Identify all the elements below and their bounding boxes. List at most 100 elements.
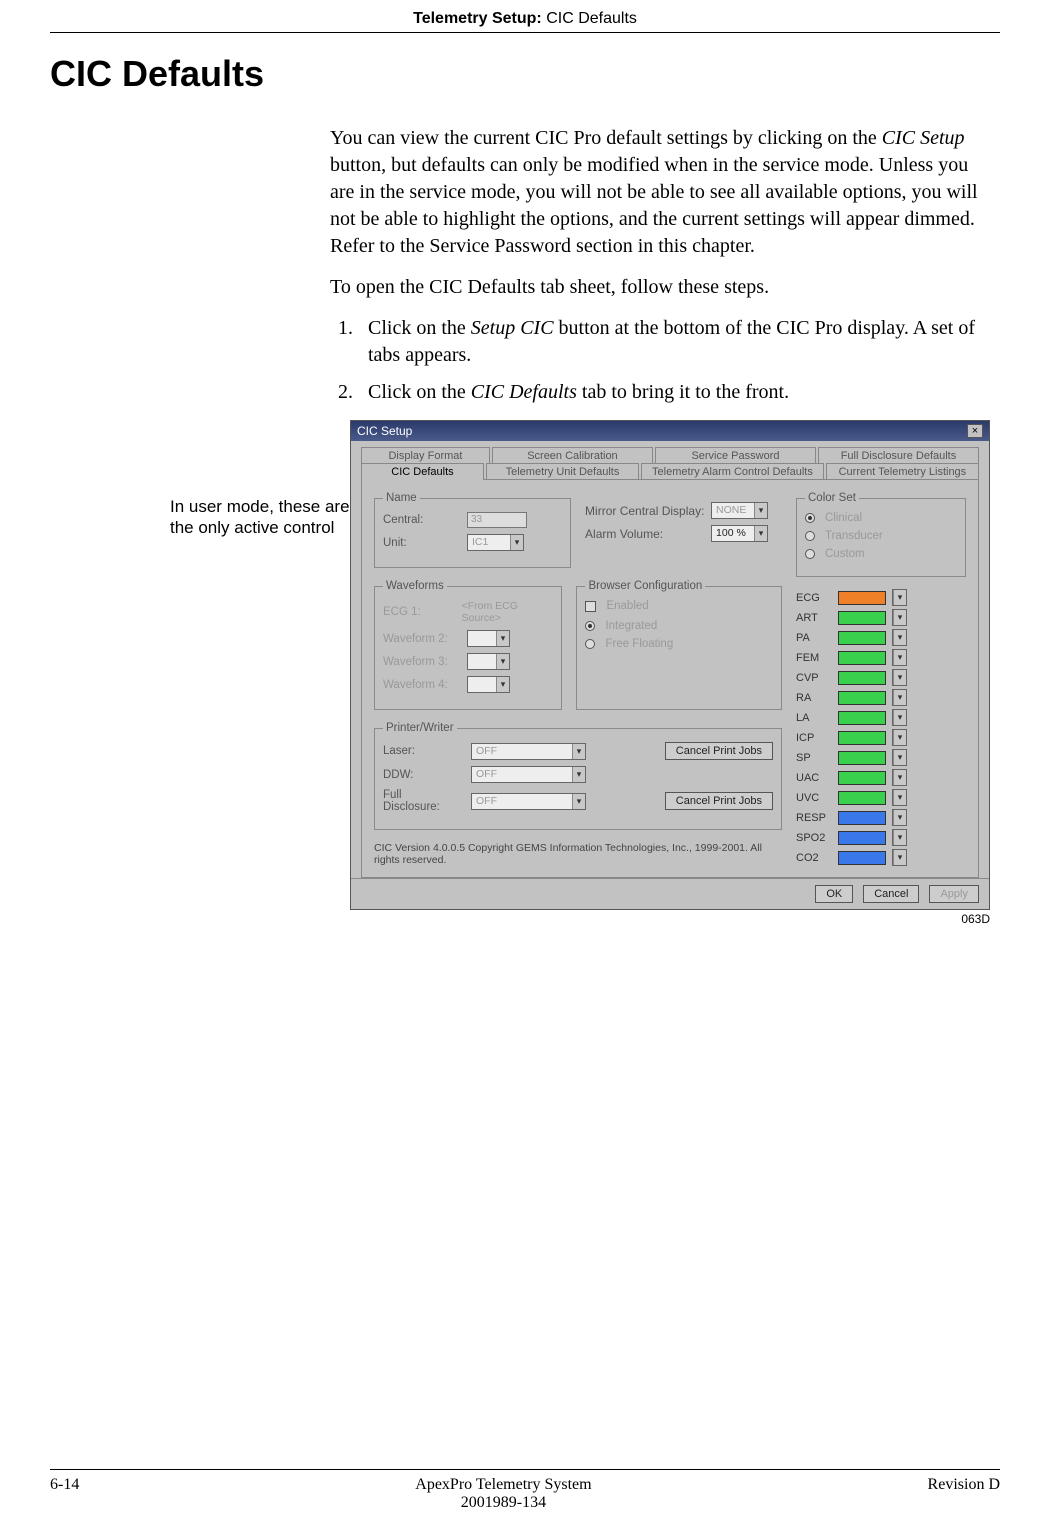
color-select: ▾ bbox=[892, 689, 907, 706]
color-row-sp: SP▾ bbox=[796, 749, 966, 766]
color-swatch bbox=[838, 611, 886, 625]
full-disclosure-select: OFF▾ bbox=[471, 793, 586, 810]
cancel-print-jobs-button-1[interactable]: Cancel Print Jobs bbox=[665, 742, 773, 760]
waveform4-label: Waveform 4: bbox=[383, 679, 461, 691]
group-browser-config: Browser Configuration Enabled Integrated… bbox=[576, 580, 782, 710]
cancel-button[interactable]: Cancel bbox=[863, 885, 919, 903]
cancel-print-jobs-button-2[interactable]: Cancel Print Jobs bbox=[665, 792, 773, 810]
callout-text: In user mode, these are the only active … bbox=[170, 496, 350, 539]
tab-service-password[interactable]: Service Password bbox=[655, 447, 816, 464]
header-plain: CIC Defaults bbox=[546, 10, 637, 27]
color-swatch bbox=[838, 671, 886, 685]
radio-icon bbox=[585, 639, 595, 649]
radio-icon bbox=[805, 549, 815, 559]
color-swatch bbox=[838, 851, 886, 865]
color-select: ▾ bbox=[892, 809, 907, 826]
tab-full-disclosure-defaults[interactable]: Full Disclosure Defaults bbox=[818, 447, 979, 464]
footer-page-num: 6-14 bbox=[50, 1476, 79, 1512]
chevron-down-icon: ▾ bbox=[893, 630, 906, 645]
param-label: PA bbox=[796, 632, 832, 644]
chevron-down-icon: ▾ bbox=[893, 730, 906, 745]
color-row-ecg: ECG▾ bbox=[796, 589, 966, 606]
color-swatch bbox=[838, 791, 886, 805]
chevron-down-icon: ▾ bbox=[893, 590, 906, 605]
color-row-spo2: SPO2▾ bbox=[796, 829, 966, 846]
chevron-down-icon: ▾ bbox=[893, 650, 906, 665]
chevron-down-icon: ▾ bbox=[496, 677, 509, 692]
cic-setup-dialog: CIC Setup × Display Format Screen Calibr… bbox=[350, 420, 990, 910]
param-label: UVC bbox=[796, 792, 832, 804]
page-title: CIC Defaults bbox=[50, 53, 1000, 95]
color-swatch bbox=[838, 711, 886, 725]
color-row-pa: PA ▾ bbox=[796, 629, 966, 646]
color-swatch bbox=[838, 651, 886, 665]
radio-icon bbox=[805, 513, 815, 523]
param-label: RA bbox=[796, 692, 832, 704]
waveform4-select: ▾ bbox=[467, 676, 510, 693]
alarm-volume-select[interactable]: 100 %▾ bbox=[711, 525, 768, 542]
color-row-la: LA▾ bbox=[796, 709, 966, 726]
chevron-down-icon: ▾ bbox=[893, 710, 906, 725]
chevron-down-icon: ▾ bbox=[496, 654, 509, 669]
color-select: ▾ bbox=[892, 829, 907, 846]
chevron-down-icon: ▾ bbox=[572, 794, 585, 809]
waveform3-select: ▾ bbox=[467, 653, 510, 670]
color-swatch bbox=[838, 591, 886, 605]
color-param-list: ECG▾ART▾PA▾FEM▾CVP▾RA▾LA▾ICP▾SP▾UAC▾UVC▾… bbox=[796, 589, 966, 866]
color-row-ra: RA ▾ bbox=[796, 689, 966, 706]
color-row-co2: CO2▾ bbox=[796, 849, 966, 866]
close-icon[interactable]: × bbox=[967, 424, 983, 438]
mirror-select: NONE▾ bbox=[711, 502, 768, 519]
footer-center: ApexPro Telemetry System 2001989-134 bbox=[79, 1476, 927, 1512]
unit-label: Unit: bbox=[383, 537, 461, 549]
full-disclosure-label: Full Disclosure: bbox=[383, 789, 461, 813]
dialog-titlebar: CIC Setup × bbox=[351, 421, 989, 441]
param-label: ART bbox=[796, 612, 832, 624]
tab-telemetry-unit-defaults[interactable]: Telemetry Unit Defaults bbox=[486, 463, 639, 480]
group-waveforms: Waveforms ECG 1: <From ECG Source> Wavef… bbox=[374, 580, 562, 710]
color-select: ▾ bbox=[892, 629, 907, 646]
laser-label: Laser: bbox=[383, 745, 461, 757]
chevron-down-icon: ▾ bbox=[510, 535, 523, 550]
color-select: ▾ bbox=[892, 709, 907, 726]
step-1: Click on the Setup CIC button at the bot… bbox=[358, 315, 990, 369]
waveform2-select: ▾ bbox=[467, 630, 510, 647]
footer-revision: Revision D bbox=[928, 1476, 1000, 1512]
ecg1-label: ECG 1: bbox=[383, 606, 456, 618]
tab-telemetry-alarm-control-defaults[interactable]: Telemetry Alarm Control Defaults bbox=[641, 463, 824, 480]
header-bold: Telemetry Setup: bbox=[413, 10, 546, 27]
param-label: UAC bbox=[796, 772, 832, 784]
chevron-down-icon: ▾ bbox=[496, 631, 509, 646]
chevron-down-icon[interactable]: ▾ bbox=[754, 526, 767, 541]
checkbox-icon bbox=[585, 601, 596, 612]
color-select: ▾ bbox=[892, 769, 907, 786]
group-name: Name Central: 33 Unit: IC1▾ bbox=[374, 492, 571, 568]
ecg1-source: <From ECG Source> bbox=[462, 600, 554, 624]
tab-cic-defaults[interactable]: CIC Defaults bbox=[361, 463, 484, 480]
ok-button[interactable]: OK bbox=[815, 885, 853, 903]
chevron-down-icon: ▾ bbox=[754, 503, 767, 518]
central-field: 33 bbox=[467, 512, 527, 528]
radio-icon bbox=[805, 531, 815, 541]
figure-id: 063D bbox=[350, 912, 990, 926]
mirror-label: Mirror Central Display: bbox=[585, 504, 705, 518]
tab-display-format[interactable]: Display Format bbox=[361, 447, 490, 464]
color-select: ▾ bbox=[892, 789, 907, 806]
color-swatch bbox=[838, 831, 886, 845]
color-swatch bbox=[838, 731, 886, 745]
color-swatch bbox=[838, 771, 886, 785]
color-row-uvc: UVC ▾ bbox=[796, 789, 966, 806]
color-select: ▾ bbox=[892, 729, 907, 746]
tab-screen-calibration[interactable]: Screen Calibration bbox=[492, 447, 653, 464]
dialog-title: CIC Setup bbox=[357, 424, 412, 438]
chevron-down-icon: ▾ bbox=[572, 744, 585, 759]
radio-icon bbox=[585, 621, 595, 631]
color-select: ▾ bbox=[892, 669, 907, 686]
body-text: You can view the current CIC Pro default… bbox=[330, 125, 990, 406]
param-label: ICP bbox=[796, 732, 832, 744]
tab-current-telemetry-listings[interactable]: Current Telemetry Listings bbox=[826, 463, 979, 480]
chevron-down-icon: ▾ bbox=[893, 610, 906, 625]
ddw-select: OFF▾ bbox=[471, 766, 586, 783]
page-footer: 6-14 ApexPro Telemetry System 2001989-13… bbox=[50, 1469, 1000, 1512]
color-swatch bbox=[838, 811, 886, 825]
